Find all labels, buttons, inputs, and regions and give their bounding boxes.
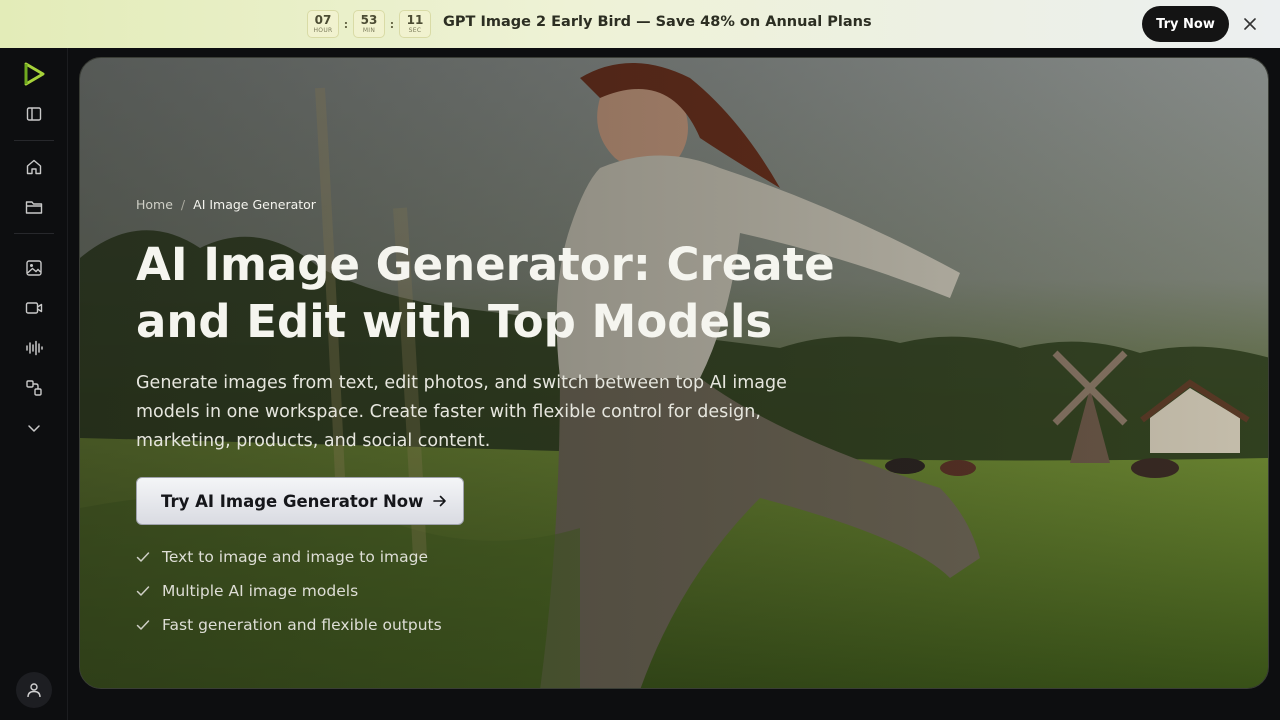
promo-banner: 07 HOUR : 53 MIN : 11 SEC GPT Image 2 Ea… bbox=[0, 0, 1280, 48]
promo-message: GPT Image 2 Early Bird — Save 48% on Ann… bbox=[443, 14, 872, 30]
video-icon[interactable] bbox=[22, 296, 46, 320]
timer-seconds: 11 SEC bbox=[399, 10, 431, 38]
try-ai-image-generator-button[interactable]: Try AI Image Generator Now bbox=[136, 477, 464, 525]
feature-label: Fast generation and flexible outputs bbox=[162, 616, 442, 634]
timer-minutes-value: 53 bbox=[360, 13, 378, 27]
home-icon[interactable] bbox=[22, 155, 46, 179]
timer-hours: 07 HOUR bbox=[307, 10, 339, 38]
timer-seconds-label: SEC bbox=[408, 27, 422, 34]
feature-list: Text to image and image to image Multipl… bbox=[136, 540, 442, 642]
check-icon bbox=[136, 619, 162, 631]
hero-description: Generate images from text, edit photos, … bbox=[136, 373, 787, 451]
timer-hours-value: 07 bbox=[314, 13, 332, 27]
cta-label: Try AI Image Generator Now bbox=[161, 491, 424, 511]
countdown-timer: 07 HOUR : 53 MIN : 11 SEC bbox=[307, 10, 431, 38]
breadcrumb-current: AI Image Generator bbox=[193, 197, 316, 212]
check-icon bbox=[136, 551, 162, 563]
feature-item: Fast generation and flexible outputs bbox=[136, 608, 442, 642]
feature-label: Multiple AI image models bbox=[162, 582, 359, 600]
check-icon bbox=[136, 585, 162, 597]
feature-label: Text to image and image to image bbox=[162, 548, 429, 566]
close-icon[interactable] bbox=[1240, 14, 1260, 34]
feature-item: Text to image and image to image bbox=[136, 540, 442, 574]
timer-separator: : bbox=[343, 17, 349, 31]
user-account-button[interactable] bbox=[16, 672, 52, 708]
try-now-button[interactable]: Try Now bbox=[1142, 6, 1229, 42]
sidebar-divider bbox=[14, 140, 54, 141]
timer-hours-label: HOUR bbox=[313, 27, 333, 34]
arrow-right-icon bbox=[433, 495, 447, 507]
tools-icon[interactable] bbox=[22, 376, 46, 400]
sidebar-divider bbox=[14, 233, 54, 234]
sidebar-toggle-icon[interactable] bbox=[22, 102, 46, 126]
sidebar bbox=[0, 48, 68, 720]
image-icon[interactable] bbox=[22, 256, 46, 280]
logo-icon[interactable] bbox=[22, 62, 46, 86]
timer-separator: : bbox=[389, 17, 395, 31]
feature-item: Multiple AI image models bbox=[136, 574, 442, 608]
user-icon bbox=[26, 682, 42, 698]
audio-waveform-icon[interactable] bbox=[22, 336, 46, 360]
timer-minutes-label: MIN bbox=[362, 27, 376, 34]
timer-seconds-value: 11 bbox=[406, 13, 424, 27]
folder-icon[interactable] bbox=[22, 195, 46, 219]
chevron-down-icon[interactable] bbox=[22, 416, 46, 440]
breadcrumb-home-link[interactable]: Home bbox=[136, 197, 173, 212]
breadcrumb-separator: / bbox=[180, 197, 186, 212]
hero-section: Home / AI Image Generator AI Image Gener… bbox=[79, 57, 1269, 689]
timer-minutes: 53 MIN bbox=[353, 10, 385, 38]
page-title: AI Image Generator: Create and Edit with… bbox=[136, 238, 835, 348]
breadcrumb: Home / AI Image Generator bbox=[136, 197, 316, 212]
